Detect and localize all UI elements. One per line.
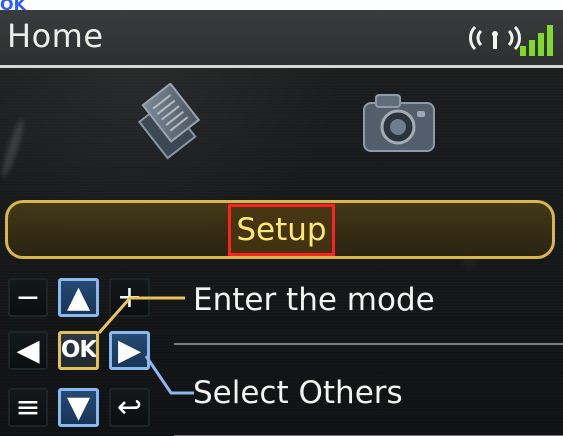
arrow-left-icon: ◀: [16, 332, 40, 368]
wireless-icon: [469, 25, 521, 51]
screen-glare: [0, 117, 28, 179]
display-screen: Home Setup − ▲ + ◀ OK ▶ ≡ ▼ ↩ Enter the …: [0, 10, 563, 436]
title-bar: Home: [0, 10, 563, 68]
ok-button[interactable]: OK: [58, 331, 99, 370]
printer-home-screen-photo: OK Home Setup − ▲ + ◀ OK ▶ ≡ ▼ ↩ Enter t…: [0, 0, 563, 436]
enter-callout-line: [97, 296, 185, 334]
selected-mode-label: Setup: [236, 212, 327, 248]
copy-mode-icon: [137, 83, 201, 160]
left-button[interactable]: ◀: [8, 331, 48, 370]
select-others-hint: Select Others: [193, 375, 403, 411]
minus-button[interactable]: −: [8, 278, 48, 317]
down-button[interactable]: ▼: [58, 388, 99, 427]
selected-mode-button[interactable]: Setup: [228, 204, 335, 256]
ok-label: OK: [60, 337, 97, 363]
arrow-up-icon: ▲: [66, 279, 91, 315]
photo-mode-icon: [363, 94, 435, 152]
arrow-down-icon: ▼: [66, 389, 91, 425]
menu-icon: ≡: [15, 389, 41, 425]
page-title: Home: [7, 17, 104, 55]
minus-icon: −: [15, 279, 41, 315]
hint-divider-top: [174, 343, 563, 345]
select-callout-line: [144, 355, 194, 395]
signal-strength-icon: [520, 25, 553, 56]
enter-mode-hint: Enter the mode: [193, 282, 435, 318]
menu-button[interactable]: ≡: [8, 388, 48, 427]
up-button[interactable]: ▲: [58, 278, 99, 317]
